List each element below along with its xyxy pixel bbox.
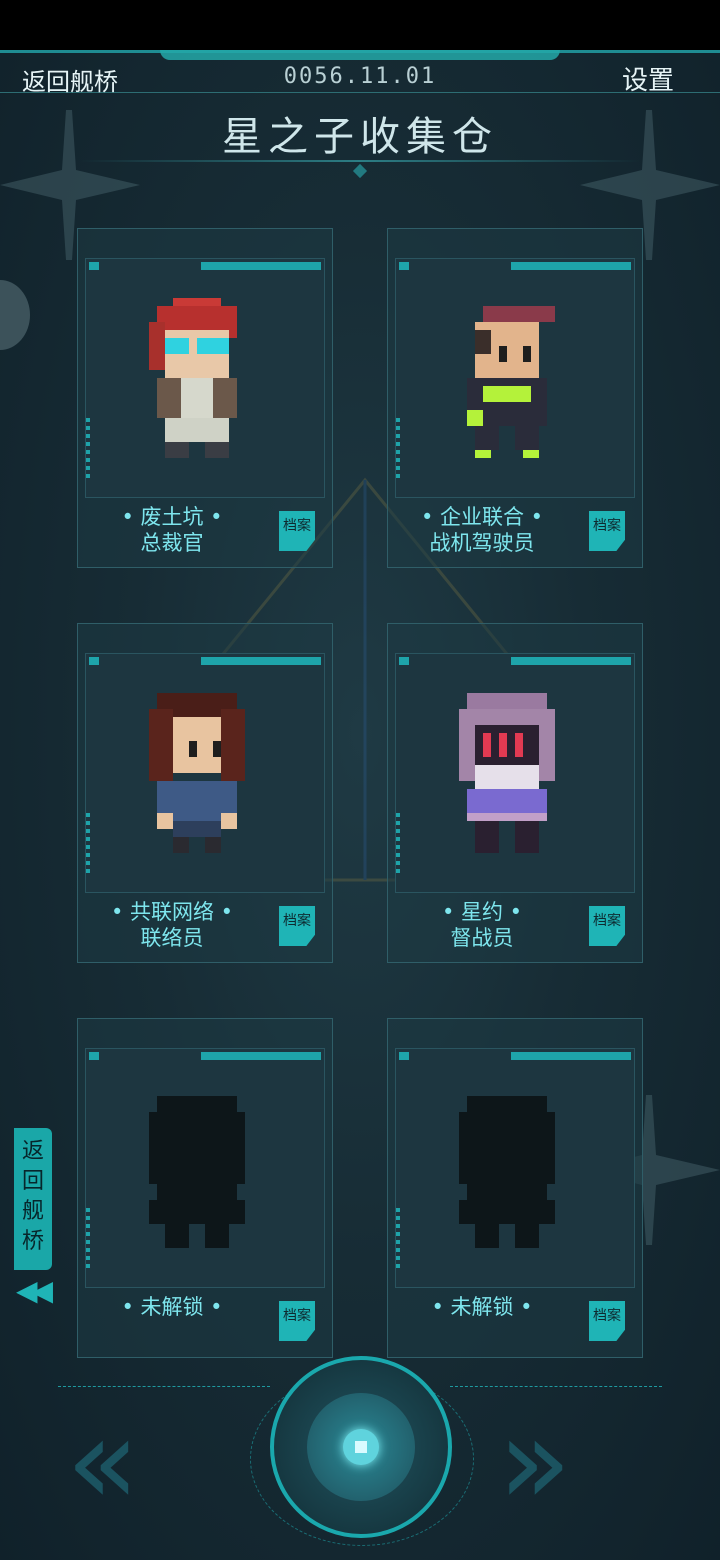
nav-dash-right xyxy=(450,1386,662,1387)
character-name: • 企业联合 • 战机驾驶员 xyxy=(387,504,577,556)
side-back-char: 回 xyxy=(21,1169,44,1194)
card-tab xyxy=(511,657,631,665)
locked-character-card[interactable]: • 未解锁 • 档案 xyxy=(77,1018,333,1358)
character-role: 战机驾驶员 xyxy=(429,531,535,555)
file-button[interactable]: 档案 xyxy=(279,906,315,946)
character-name: • 共联网络 • 联络员 xyxy=(77,899,267,951)
file-button[interactable]: 档案 xyxy=(279,1301,315,1341)
card-tab-small xyxy=(399,262,409,270)
card-tab-small xyxy=(89,1052,99,1060)
locked-label: • 未解锁 • xyxy=(431,1295,533,1319)
double-left-arrow-icon[interactable]: ◀◀ xyxy=(16,1274,53,1307)
card-ticks xyxy=(86,1208,90,1268)
next-page-button[interactable]: » xyxy=(498,1403,571,1523)
card-tab-small xyxy=(89,657,99,665)
nav-dash-left xyxy=(58,1386,270,1387)
character-sprite-pilot xyxy=(467,306,555,458)
card-ticks xyxy=(396,1208,400,1268)
character-role: 总裁官 xyxy=(140,531,204,555)
locked-silhouette xyxy=(149,1096,245,1248)
side-back-char: 返 xyxy=(21,1139,44,1164)
center-core-icon xyxy=(343,1429,379,1465)
file-button[interactable]: 档案 xyxy=(589,1301,625,1341)
character-faction: • 星约 • xyxy=(441,900,523,924)
character-sprite-red-hair xyxy=(149,298,237,458)
card-tab-small xyxy=(399,1052,409,1060)
card-tab-small xyxy=(399,657,409,665)
locked-label: • 未解锁 • xyxy=(121,1295,223,1319)
card-ticks xyxy=(86,418,90,478)
file-button[interactable]: 档案 xyxy=(589,511,625,551)
character-sprite-visor xyxy=(459,693,555,853)
card-tab-small xyxy=(89,262,99,270)
locked-character-card[interactable]: • 未解锁 • 档案 xyxy=(387,1018,643,1358)
title-divider xyxy=(80,160,640,162)
locked-silhouette xyxy=(459,1096,555,1248)
character-name: • 未解锁 • xyxy=(77,1294,267,1320)
character-faction: • 废土坑 • xyxy=(121,505,223,529)
card-ticks xyxy=(396,813,400,873)
card-tab xyxy=(511,1052,631,1060)
top-accent-bar xyxy=(160,50,560,60)
character-card[interactable]: • 共联网络 • 联络员 档案 xyxy=(77,623,333,963)
center-action-button[interactable] xyxy=(270,1356,452,1538)
prev-page-button[interactable]: « xyxy=(66,1403,139,1523)
settings-button[interactable]: 设置 xyxy=(622,60,674,97)
character-card[interactable]: • 星约 • 督战员 档案 xyxy=(387,623,643,963)
character-name: • 星约 • 督战员 xyxy=(387,899,577,951)
character-faction: • 共联网络 • xyxy=(110,900,234,924)
center-button-inner xyxy=(307,1393,415,1501)
character-name: • 废土坑 • 总裁官 xyxy=(77,504,267,556)
card-tab xyxy=(201,1052,321,1060)
card-tab xyxy=(511,262,631,270)
card-ticks xyxy=(86,813,90,873)
character-role: 联络员 xyxy=(140,926,204,950)
side-back-to-bridge-button[interactable]: 返 回 舰 桥 xyxy=(14,1128,52,1270)
card-ticks xyxy=(396,418,400,478)
character-sprite-brown-hair xyxy=(149,693,245,853)
file-button[interactable]: 档案 xyxy=(589,906,625,946)
side-back-char: 舰 xyxy=(21,1199,44,1224)
character-card[interactable]: • 废土坑 • 总裁官 档案 xyxy=(77,228,333,568)
game-screen: 返回舰桥 0056.11.01 设置 星之子收集仓 • 废土坑 • 总裁官 档案… xyxy=(0,0,720,1560)
file-button[interactable]: 档案 xyxy=(279,511,315,551)
game-date: 0056.11.01 xyxy=(283,64,437,89)
side-back-char: 桥 xyxy=(21,1229,44,1254)
character-role: 督战员 xyxy=(450,926,514,950)
card-tab xyxy=(201,657,321,665)
card-tab xyxy=(201,262,321,270)
character-card[interactable]: • 企业联合 • 战机驾驶员 档案 xyxy=(387,228,643,568)
character-name: • 未解锁 • xyxy=(387,1294,577,1320)
character-faction: • 企业联合 • xyxy=(420,505,544,529)
